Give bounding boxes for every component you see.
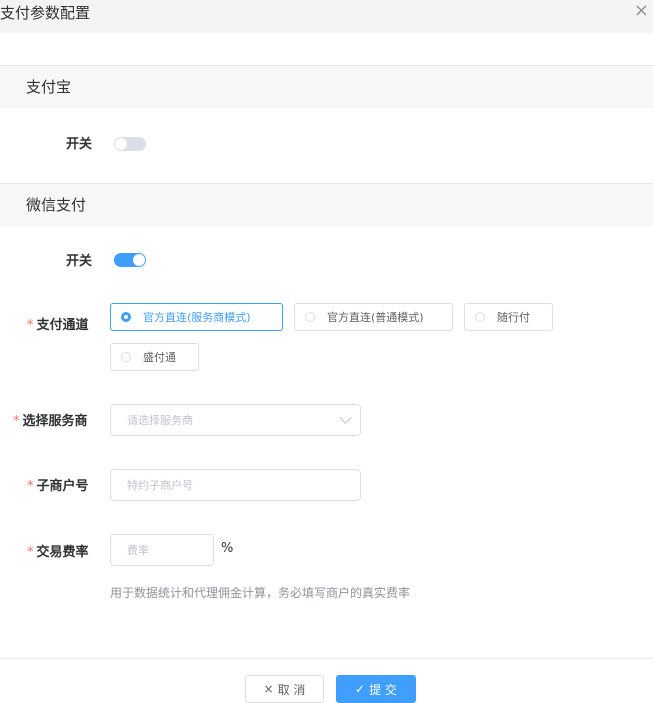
sub-merchant-label-text: 子商户号 xyxy=(36,479,89,494)
sub-merchant-label: * 子商户号 xyxy=(27,475,89,494)
submit-button[interactable]: ✓ 提 交 xyxy=(336,675,416,703)
fee-rate-hint: 用于数据统计和代理佣金计算，务必填写商户的真实费率 xyxy=(110,586,411,600)
channel-option-label: 官方直连(服务商模式) xyxy=(143,311,251,324)
footer-divider xyxy=(0,658,653,659)
close-icon: × xyxy=(263,682,274,696)
switch-knob xyxy=(133,254,145,266)
pay-channel-label: * 支付通道 xyxy=(27,314,89,333)
channel-option-suixingfu[interactable]: 随行付 xyxy=(464,303,553,331)
radio-icon xyxy=(121,352,131,362)
channel-option-official-normal[interactable]: 官方直连(普通模式) xyxy=(294,303,453,331)
required-mark: * xyxy=(27,545,34,560)
fee-rate-input[interactable]: 费率 xyxy=(110,534,214,566)
provider-label-text: 选择服务商 xyxy=(22,414,88,429)
wechat-switch-label: 开关 xyxy=(66,254,93,269)
radio-icon xyxy=(475,312,485,322)
channel-option-shengfutong[interactable]: 盛付通 xyxy=(110,343,199,371)
submit-button-label: 提 交 xyxy=(369,682,397,697)
required-mark: * xyxy=(27,318,34,333)
switch-knob xyxy=(115,138,127,150)
fee-rate-unit: % xyxy=(221,541,234,556)
fee-rate-placeholder: 费率 xyxy=(127,544,149,557)
sub-merchant-placeholder: 特约子商户号 xyxy=(127,479,193,492)
alipay-section-header: 支付宝 xyxy=(0,65,653,108)
provider-label: * 选择服务商 xyxy=(13,410,88,429)
alipay-switch-label: 开关 xyxy=(66,137,93,152)
chevron-down-icon xyxy=(339,411,352,424)
fee-rate-label: * 交易费率 xyxy=(27,541,89,560)
alipay-section-title: 支付宝 xyxy=(26,78,72,96)
fee-rate-label-text: 交易费率 xyxy=(36,545,89,560)
check-icon: ✓ xyxy=(355,682,366,696)
dialog-title: 支付参数配置 xyxy=(0,4,91,22)
required-mark: * xyxy=(13,414,20,429)
radio-checked-icon xyxy=(121,312,131,322)
cancel-button-label: 取 消 xyxy=(277,682,306,697)
channel-option-label: 盛付通 xyxy=(143,351,176,364)
pay-channel-label-text: 支付通道 xyxy=(36,318,89,333)
dialog-header: 支付参数配置 × xyxy=(0,0,653,33)
close-icon[interactable]: × xyxy=(634,0,649,21)
channel-option-official-provider[interactable]: 官方直连(服务商模式) xyxy=(110,303,283,331)
wechat-section-title: 微信支付 xyxy=(26,196,87,214)
radio-icon xyxy=(305,312,315,322)
wechat-switch[interactable] xyxy=(114,253,146,267)
wechat-section-header: 微信支付 xyxy=(0,183,653,226)
cancel-button[interactable]: × 取 消 xyxy=(245,675,324,703)
provider-placeholder: 请选择服务商 xyxy=(127,414,193,427)
alipay-switch[interactable] xyxy=(114,137,146,151)
required-mark: * xyxy=(27,479,34,494)
channel-option-label: 官方直连(普通模式) xyxy=(327,311,424,324)
sub-merchant-input[interactable]: 特约子商户号 xyxy=(110,469,361,501)
provider-select[interactable]: 请选择服务商 xyxy=(110,404,361,436)
channel-option-label: 随行付 xyxy=(497,311,530,324)
